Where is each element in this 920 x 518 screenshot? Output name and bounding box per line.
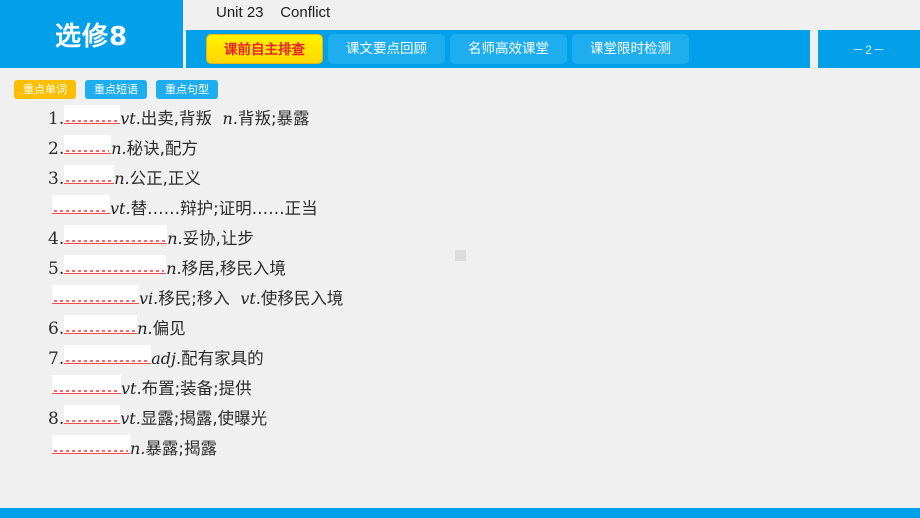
part-of-speech-secondary: n.: [222, 109, 238, 128]
tab-label: 名师高效课堂: [468, 41, 549, 57]
vocab-line-number: 7.: [48, 349, 65, 369]
vocab-line: 6. n. 偏见: [0, 315, 920, 345]
definition-text: 公正,正义: [129, 169, 201, 188]
part-of-speech: n.: [137, 319, 153, 338]
definition-text: 秘诀,配方: [126, 139, 198, 158]
sub-tab-1[interactable]: 重点短语: [85, 80, 147, 99]
vocab-line-number: 2.: [48, 139, 65, 159]
definition-text: 偏见: [152, 319, 186, 338]
header-title-bar: Unit 23 Conflict: [183, 0, 920, 30]
definition-text-secondary: 背叛;暴露: [237, 109, 310, 128]
vocab-line: 7. adj. 配有家具的: [0, 345, 920, 375]
vocab-line: vt. 替……辩护;证明……正当: [0, 195, 920, 225]
vocab-line-number: 5.: [48, 259, 65, 279]
part-of-speech-secondary: vt.: [240, 289, 261, 308]
definition-text: 出卖,背叛: [140, 109, 223, 128]
vocab-line: 2. n. 秘诀,配方: [0, 135, 920, 165]
vocab-line: 3. n. 公正,正义: [0, 165, 920, 195]
sub-tab-0[interactable]: 重点单词: [14, 80, 76, 99]
vocab-line: 1. vt. 出卖,背叛 n. 背叛;暴露: [0, 105, 920, 135]
part-of-speech: n.: [167, 229, 183, 248]
tab-label: 课前自主排查: [224, 42, 305, 58]
vocab-line-number: 3.: [48, 169, 65, 189]
vocab-line-number: 6.: [48, 319, 65, 339]
header: 选修8 Unit 23 Conflict 课前自主排查 课文要点回顾 名师高效课堂课…: [0, 0, 920, 68]
answer-blank[interactable]: [52, 285, 139, 304]
brand-block: 选修8: [0, 0, 183, 68]
part-of-speech: n.: [114, 169, 130, 188]
part-of-speech: vt.: [121, 379, 142, 398]
part-of-speech: n.: [111, 139, 127, 158]
answer-blank[interactable]: [52, 435, 130, 454]
tab-list: 课前自主排查 课文要点回顾 名师高效课堂 课堂限时检测: [186, 30, 689, 68]
definition-text: 布置;装备;提供: [141, 379, 252, 398]
answer-blank[interactable]: [64, 165, 115, 184]
definition-text: 妥协,让步: [182, 229, 254, 248]
answer-blank[interactable]: [52, 375, 121, 394]
tab-2[interactable]: 名师高效课堂: [450, 34, 567, 64]
answer-blank[interactable]: [52, 195, 110, 214]
part-of-speech: vt.: [120, 409, 141, 428]
tab-3[interactable]: 课堂限时检测: [572, 34, 689, 64]
part-of-speech: vt.: [120, 109, 141, 128]
footer-bar: [0, 508, 920, 518]
answer-blank[interactable]: [64, 225, 168, 244]
definition-text: 显露;揭露,使曝光: [140, 409, 268, 428]
answer-blank[interactable]: [64, 345, 152, 364]
answer-blank[interactable]: [64, 255, 167, 274]
definition-text: 移居,移民入境: [181, 259, 286, 278]
vocab-line-number: 4.: [48, 229, 65, 249]
vocab-line: 8. vt. 显露;揭露,使曝光: [0, 405, 920, 435]
part-of-speech: n.: [130, 439, 146, 458]
vocab-line: vt. 布置;装备;提供: [0, 375, 920, 405]
answer-blank[interactable]: [64, 315, 138, 334]
part-of-speech: vt.: [110, 199, 131, 218]
sub-tab-label: 重点句型: [165, 83, 209, 96]
page-number-area: －2－: [818, 30, 920, 68]
unit-title: Unit 23 Conflict: [216, 4, 331, 21]
sub-tab-label: 重点短语: [94, 83, 138, 96]
part-of-speech: n.: [166, 259, 182, 278]
part-of-speech: vi.: [139, 289, 159, 308]
vocab-line: vi. 移民;移入 vt. 使移民入境: [0, 285, 920, 315]
definition-text: 配有家具的: [181, 349, 264, 368]
definition-text-secondary: 使移民入境: [260, 289, 344, 308]
tab-bar: 课前自主排查 课文要点回顾 名师高效课堂 课堂限时检测: [186, 30, 810, 68]
vocabulary-list: 1. vt. 出卖,背叛 n. 背叛;暴露 2. n. 秘诀,配方 3. n. 公正,正义 vt. 替…: [0, 105, 920, 465]
vocab-line-number: 8.: [48, 409, 65, 429]
slide-page: 选修8 Unit 23 Conflict 课前自主排查 课文要点回顾 名师高效课堂课…: [0, 0, 920, 518]
page-number: －2－: [852, 42, 886, 57]
answer-blank[interactable]: [64, 405, 121, 424]
brand-title: 选修8: [54, 21, 129, 52]
slide-marker: [455, 250, 466, 261]
definition-text: 移民;移入: [158, 289, 241, 308]
part-of-speech: adj.: [151, 349, 182, 368]
sub-tab-2[interactable]: 重点句型: [156, 80, 218, 99]
answer-blank[interactable]: [64, 105, 121, 124]
vocab-line-number: 1.: [48, 109, 65, 129]
sub-tab-label: 重点单词: [23, 83, 67, 96]
tab-1[interactable]: 课文要点回顾: [328, 34, 445, 64]
definition-text: 替……辩护;证明……正当: [130, 199, 318, 218]
tab-label: 课堂限时检测: [590, 41, 671, 57]
vocab-line: n. 暴露;揭露: [0, 435, 920, 465]
definition-text: 暴露;揭露: [145, 439, 217, 458]
sub-tab-list: 重点单词 重点短语 重点句型: [14, 80, 218, 99]
tab-0[interactable]: 课前自主排查: [206, 34, 323, 64]
answer-blank[interactable]: [64, 135, 112, 154]
tab-label: 课文要点回顾: [346, 41, 427, 57]
